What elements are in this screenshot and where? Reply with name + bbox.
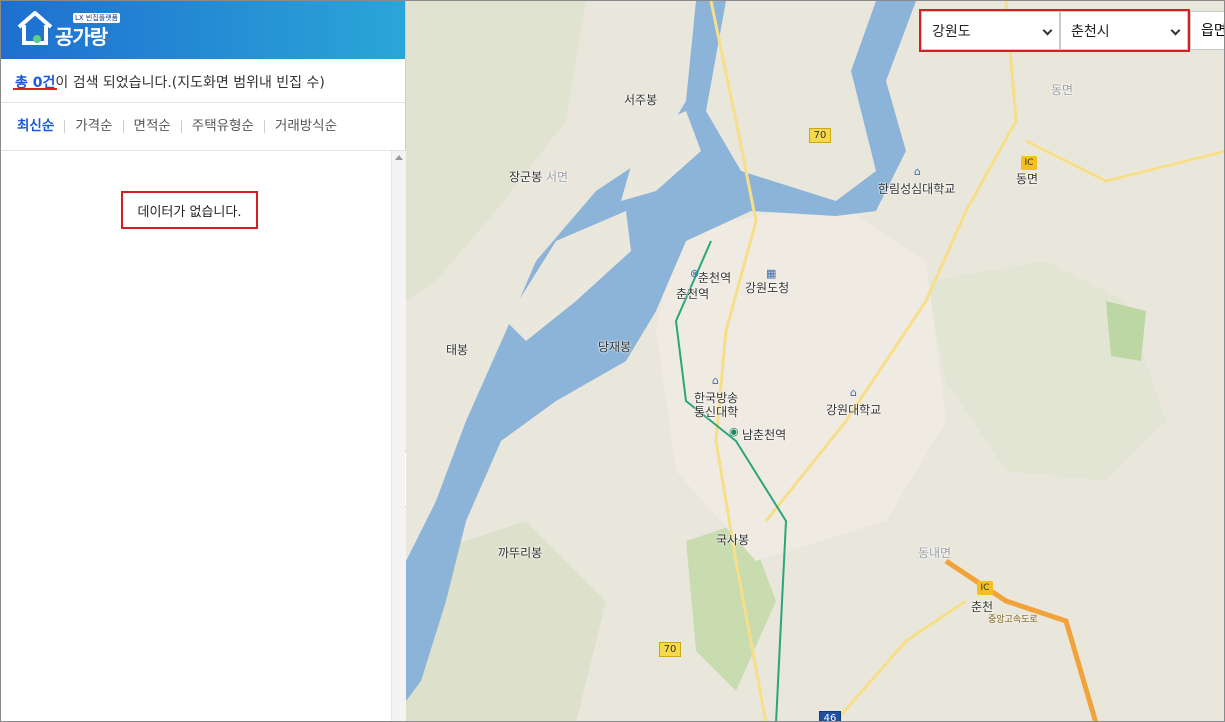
province-select-value: 강원도 — [932, 23, 971, 40]
chevron-down-icon — [1042, 25, 1053, 36]
region-selectors: 강원도 춘천시 — [919, 9, 1190, 52]
logo-text: 공가랑 — [55, 25, 108, 49]
map-label: 당재봉 — [598, 340, 632, 354]
interchange-badge: IC — [1021, 156, 1037, 170]
sort-price[interactable]: 가격순 — [64, 119, 122, 133]
road-number-badge: 70 — [809, 128, 831, 143]
university-icon: ⌂ — [850, 386, 857, 399]
map-label: 한림성심대학교 — [878, 182, 956, 196]
result-count-text: 이 검색 되었습니다.(지도화면 범위내 빈집 수) — [55, 75, 325, 91]
map-label: 춘천역 — [676, 287, 710, 301]
sort-deal-type[interactable]: 거래방식순 — [263, 119, 347, 133]
sort-latest[interactable]: 최신순 — [17, 119, 64, 133]
government-building-icon: ▦ — [766, 267, 777, 280]
map-label: 태봉 — [446, 343, 469, 357]
count-underline — [13, 88, 57, 90]
sort-area[interactable]: 면적순 — [122, 119, 181, 133]
map-label: 강원도청 — [745, 281, 790, 295]
empty-message: 데이터가 없습니다. — [121, 191, 258, 229]
train-station-icon: ⊗ — [690, 267, 700, 280]
map-label: 동내면 — [918, 546, 952, 560]
map-label: 까뚜리봉 — [498, 546, 543, 560]
map-canvas — [406, 1, 1224, 721]
map-label: 국사봉 — [716, 533, 750, 547]
map-label: 장군봉 — [509, 170, 543, 184]
map-label: 서면 — [546, 170, 569, 184]
brand-header: LX 빈집플랫폼 공가랑 — [1, 1, 405, 59]
logo[interactable]: LX 빈집플랫폼 공가랑 — [15, 9, 125, 53]
town-select[interactable]: 읍면 — [1190, 11, 1224, 50]
road-number-badge: 46 — [819, 711, 841, 721]
sort-tabs: 최신순 가격순 면적순 주택유형순 거래방식순 — [1, 103, 405, 151]
map-label: 남춘천역 — [742, 428, 787, 442]
result-list: 데이터가 없습니다. — [1, 151, 391, 721]
sort-house-type[interactable]: 주택유형순 — [180, 119, 264, 133]
map-view[interactable]: 서주봉 장군봉 서면 태봉 당재봉 춘천역 춘천역 강원도청 한림성심대학교 동… — [406, 1, 1224, 721]
map-label: 강원대학교 — [826, 403, 882, 417]
road-number-badge: 70 — [659, 642, 681, 657]
map-label: 서주봉 — [624, 93, 658, 107]
interchange-badge: IC — [977, 581, 993, 595]
map-label: 통신대학 — [694, 405, 739, 419]
map-label: 동면 — [1016, 172, 1039, 186]
map-label: 춘천역 — [698, 271, 732, 285]
app-frame: LX 빈집플랫폼 공가랑 총 0건이 검색 되었습니다.(지도화면 범위내 빈집… — [0, 0, 1225, 722]
map-label: 중앙고속도로 — [988, 615, 1038, 625]
university-icon: ⌂ — [914, 165, 921, 178]
result-panel: LX 빈집플랫폼 공가랑 총 0건이 검색 되었습니다.(지도화면 범위내 빈집… — [1, 1, 406, 721]
map-label: 동면 — [1051, 83, 1074, 97]
city-select[interactable]: 춘천시 — [1060, 11, 1188, 50]
house-logo-icon — [17, 11, 53, 45]
scroll-up-icon[interactable] — [395, 155, 403, 160]
list-scrollbar[interactable] — [391, 151, 406, 721]
university-icon: ⌂ — [712, 374, 719, 387]
province-select[interactable]: 강원도 — [921, 11, 1060, 50]
result-count: 총 0건이 검색 되었습니다.(지도화면 범위내 빈집 수) — [1, 59, 405, 103]
train-station-icon: ◉ — [729, 425, 739, 438]
chevron-down-icon — [1170, 25, 1181, 36]
city-select-value: 춘천시 — [1071, 23, 1110, 40]
